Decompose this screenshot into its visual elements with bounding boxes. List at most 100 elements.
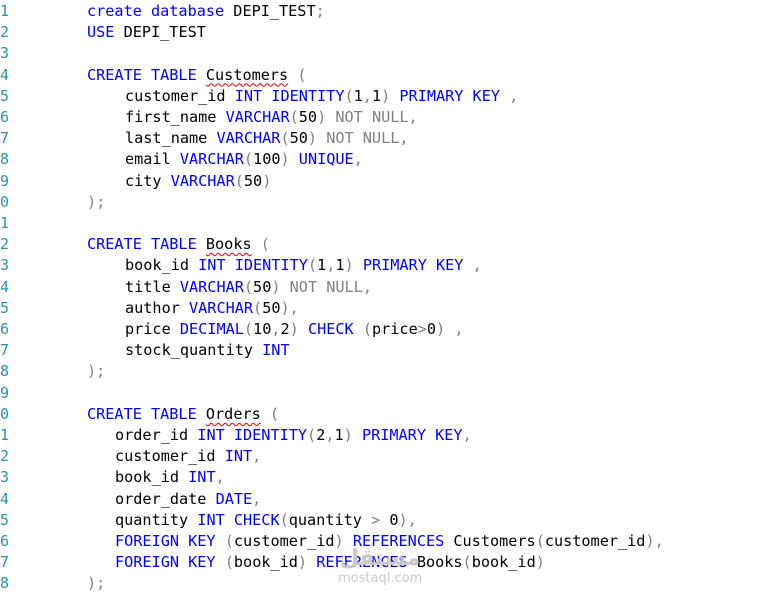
code-token: book_id (125, 256, 199, 275)
code-line[interactable]: email VARCHAR(100) UNIQUE, (125, 149, 363, 170)
code-token: ( (243, 277, 254, 296)
code-token: ; (315, 2, 325, 20)
sql-keyword: INT (188, 468, 216, 487)
code-token: city (125, 171, 171, 190)
code-line[interactable]: price DECIMAL(10,2) CHECK (price>0) , (125, 319, 464, 340)
line-number: 0 (0, 404, 10, 423)
sql-keyword: CREATE TABLE (87, 404, 197, 423)
sql-keyword: PRIMARY KEY (399, 86, 500, 105)
code-token: 0 (380, 510, 399, 529)
code-token: customer_id (125, 86, 235, 105)
line-number: 8 (0, 150, 10, 169)
code-line[interactable]: book_id INT IDENTITY(1,1) PRIMARY KEY , (125, 255, 482, 276)
sql-keyword: PRIMARY KEY (362, 256, 464, 275)
code-token: 100 (253, 150, 281, 169)
code-token: ) (535, 553, 545, 572)
sql-keyword: VARCHAR (179, 150, 244, 169)
sql-keyword: DATE (215, 489, 253, 508)
code-token: ( (253, 298, 263, 317)
sql-keyword: INT (224, 447, 253, 466)
code-line[interactable]: last_name VARCHAR(50) NOT NULL, (125, 128, 409, 149)
code-token: , (408, 108, 418, 126)
code-line[interactable]: quantity INT CHECK(quantity > 0), (115, 510, 417, 531)
sql-keyword: FOREIGN KEY (115, 553, 216, 572)
code-token: ( (279, 510, 289, 529)
line-number: 2 (0, 23, 10, 42)
code-line[interactable]: city VARCHAR(50) (125, 171, 271, 192)
code-line[interactable]: author VARCHAR(50), (125, 298, 299, 319)
code-token: first_name (125, 108, 226, 126)
code-token: order_id (115, 426, 198, 444)
sql-keyword: UNIQUE (298, 150, 354, 169)
sql-keyword: DECIMAL (179, 320, 244, 338)
code-token: , (326, 256, 336, 275)
code-line[interactable]: CREATE TABLE Orders ( (87, 404, 279, 425)
code-line[interactable]: USE DEPI_TEST (87, 22, 206, 43)
sql-keyword: VARCHAR (170, 171, 235, 190)
code-line[interactable]: order_date DATE, (115, 489, 261, 510)
code-token: DEPI_TEST (224, 2, 316, 20)
code-line[interactable]: title VARCHAR(50) NOT NULL, (125, 277, 372, 298)
code-line[interactable]: ); (87, 573, 105, 594)
code-token: ); (87, 574, 106, 593)
code-token: 50 (253, 277, 272, 296)
code-token: email (125, 150, 180, 169)
code-token: customer_id (115, 447, 225, 466)
code-token: ) (307, 129, 318, 148)
line-number: 8 (0, 574, 10, 593)
code-line[interactable]: order_id INT IDENTITY(2,1) PRIMARY KEY, (115, 425, 472, 446)
line-number: 6 (0, 108, 10, 126)
line-number: 2 (0, 447, 10, 466)
line-number: 4 (0, 489, 10, 508)
watermark-logo: مستقل (339, 546, 421, 571)
code-line[interactable]: FOREIGN KEY (book_id) REFERENCES Books(b… (115, 552, 545, 573)
line-number: 7 (0, 341, 10, 360)
code-token: , (399, 129, 409, 148)
code-token: ) (262, 171, 272, 190)
code-token: ) (297, 553, 308, 572)
code-line[interactable]: first_name VARCHAR(50) NOT NULL, (125, 107, 418, 128)
code-token: 10 (253, 320, 272, 338)
code-token: ); (87, 362, 106, 381)
code-token: , (509, 86, 519, 105)
sql-keyword: CHECK (307, 320, 354, 338)
code-line[interactable]: CREATE TABLE Customers ( (87, 65, 307, 86)
code-token: 50 (243, 171, 263, 190)
table-name: Customers (205, 65, 289, 84)
sql-keyword: INT CHECK (197, 510, 280, 529)
sql-keyword: CREATE TABLE (87, 235, 197, 254)
code-editor[interactable]: 1 create database DEPI_TEST; 2 USE DEPI_TES… (0, 0, 778, 607)
line-number: 9 (0, 171, 10, 190)
table-name: Orders (205, 404, 261, 423)
line-number: 4 (0, 277, 10, 296)
code-line[interactable]: customer_id INT, (115, 446, 261, 467)
code-token: ( (224, 532, 234, 550)
code-token: book_id (233, 553, 298, 572)
code-line[interactable]: CREATE TABLE Books ( (87, 234, 270, 255)
code-line[interactable]: book_id INT, (115, 467, 225, 488)
line-number: 3 (0, 468, 10, 487)
sql-keyword: VARCHAR (225, 108, 290, 126)
code-token: , (362, 86, 372, 105)
line-number: 4 (0, 65, 10, 84)
code-line[interactable]: stock_quantity INT (125, 340, 290, 361)
line-number: 7 (0, 129, 10, 148)
code-token: ) (344, 256, 354, 275)
code-line[interactable]: ); (87, 192, 105, 213)
code-token: 1 (334, 426, 344, 444)
code-token: 1 (317, 256, 327, 275)
code-token: 50 (262, 298, 281, 317)
code-line[interactable]: ); (87, 361, 105, 382)
code-line[interactable]: customer_id INT IDENTITY(1,1) PRIMARY KE… (125, 86, 518, 107)
sql-keyword: VARCHAR (216, 129, 281, 148)
code-line[interactable]: create database DEPI_TEST; (87, 1, 325, 22)
code-token: ) (436, 320, 446, 338)
code-token: , (462, 426, 472, 444)
code-token: Customers (444, 532, 536, 550)
code-token: book_id (115, 468, 189, 487)
